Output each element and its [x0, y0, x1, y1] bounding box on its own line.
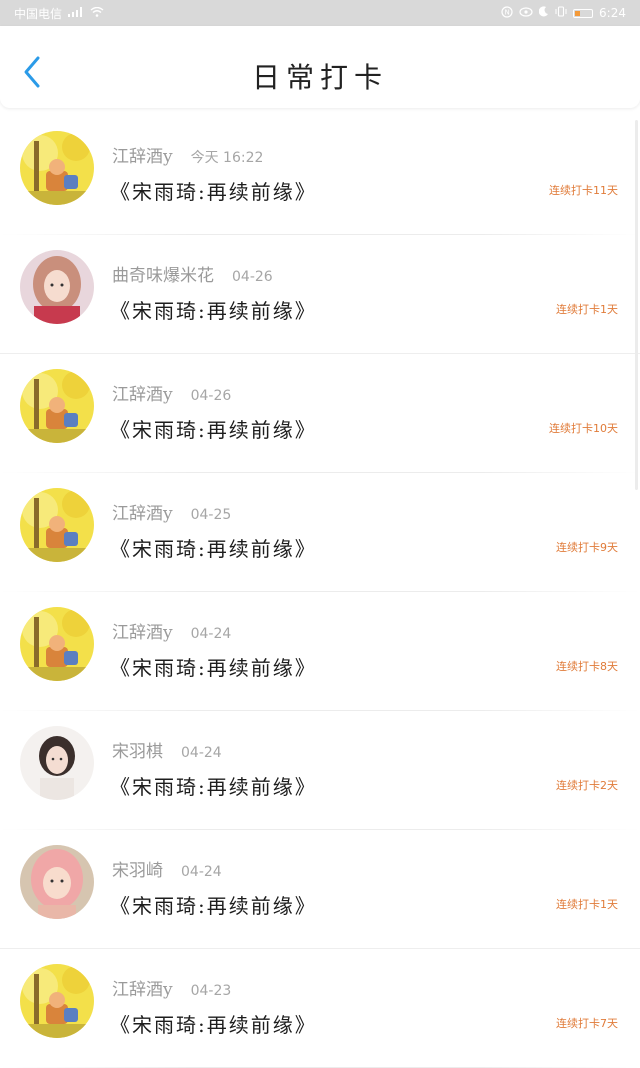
- avatar[interactable]: [20, 726, 94, 800]
- meta-row: 曲奇味爆米花 04-26: [112, 261, 273, 286]
- meta-row: 宋羽棋 04-24: [112, 737, 222, 762]
- scrollbar[interactable]: [635, 120, 638, 490]
- streak-label: 连续打卡2天: [556, 779, 618, 792]
- avatar[interactable]: [20, 964, 94, 1038]
- nfc-icon: N: [501, 5, 513, 21]
- meta-row: 宋羽崎 04-24: [112, 856, 222, 881]
- moon-icon: [538, 6, 549, 20]
- status-right: N 6:24: [501, 5, 626, 21]
- list-item[interactable]: 宋羽崎 04-24 《宋雨琦:再续前缘》 连续打卡1天: [0, 830, 640, 949]
- wifi-icon: [90, 6, 104, 20]
- streak-label: 连续打卡1天: [556, 303, 618, 316]
- list-item[interactable]: 江辞酒y 04-26 《宋雨琦:再续前缘》 连续打卡10天: [0, 354, 640, 473]
- page-title: 日常打卡: [251, 61, 388, 94]
- post-time: 04-23: [190, 983, 232, 999]
- avatar[interactable]: [20, 607, 94, 681]
- avatar[interactable]: [20, 845, 94, 919]
- post-time: 04-26: [190, 388, 232, 404]
- list-item[interactable]: 江辞酒y 04-25 《宋雨琦:再续前缘》 连续打卡9天: [0, 473, 640, 592]
- user-name[interactable]: 江辞酒y: [112, 618, 173, 643]
- book-title[interactable]: 《宋雨琦:再续前缘》: [110, 652, 317, 681]
- book-title[interactable]: 《宋雨琦:再续前缘》: [110, 176, 317, 205]
- carrier-label: 中国电信: [14, 6, 63, 21]
- status-bar: 中国电信 N 6:24: [0, 0, 640, 26]
- battery-icon: [573, 8, 594, 18]
- user-name[interactable]: 曲奇味爆米花: [112, 261, 214, 286]
- user-name[interactable]: 江辞酒y: [112, 975, 173, 1000]
- avatar[interactable]: [20, 369, 94, 443]
- post-time: 04-24: [190, 626, 232, 642]
- book-title[interactable]: 《宋雨琦:再续前缘》: [110, 533, 317, 562]
- book-title[interactable]: 《宋雨琦:再续前缘》: [110, 890, 317, 919]
- post-time: 04-25: [190, 507, 232, 523]
- avatar[interactable]: [20, 131, 94, 205]
- user-name[interactable]: 江辞酒y: [112, 499, 173, 524]
- book-title[interactable]: 《宋雨琦:再续前缘》: [110, 295, 317, 324]
- user-name[interactable]: 江辞酒y: [112, 142, 173, 167]
- status-left: 中国电信: [14, 5, 104, 22]
- meta-row: 江辞酒y 04-23: [112, 975, 231, 1000]
- streak-label: 连续打卡9天: [556, 541, 618, 554]
- post-time: 04-24: [181, 864, 222, 880]
- streak-label: 连续打卡11天: [549, 184, 618, 197]
- streak-label: 连续打卡1天: [556, 898, 618, 911]
- user-name[interactable]: 宋羽棋: [112, 737, 163, 762]
- svg-text:N: N: [505, 8, 510, 16]
- meta-row: 江辞酒y 04-26: [112, 380, 231, 405]
- checkin-list: 江辞酒y 今天 16:22 《宋雨琦:再续前缘》 连续打卡11天 曲奇味爆米花 …: [0, 116, 640, 1068]
- signal-icon: [68, 6, 84, 20]
- book-title[interactable]: 《宋雨琦:再续前缘》: [110, 414, 317, 443]
- meta-row: 江辞酒y 今天 16:22: [112, 142, 263, 167]
- vibrate-icon: [555, 6, 567, 20]
- list-item[interactable]: 宋羽棋 04-24 《宋雨琦:再续前缘》 连续打卡2天: [0, 711, 640, 830]
- meta-row: 江辞酒y 04-24: [112, 618, 231, 643]
- book-title[interactable]: 《宋雨琦:再续前缘》: [110, 1009, 317, 1038]
- eye-icon: [519, 6, 533, 20]
- book-title[interactable]: 《宋雨琦:再续前缘》: [110, 771, 317, 800]
- clock-time: 6:24: [599, 6, 626, 20]
- streak-label: 连续打卡10天: [549, 422, 618, 435]
- post-time: 今天 16:22: [190, 150, 264, 166]
- streak-label: 连续打卡7天: [556, 1017, 618, 1030]
- avatar[interactable]: [20, 488, 94, 562]
- list-item[interactable]: 江辞酒y 04-24 《宋雨琦:再续前缘》 连续打卡8天: [0, 592, 640, 711]
- meta-row: 江辞酒y 04-25: [112, 499, 231, 524]
- list-item[interactable]: 曲奇味爆米花 04-26 《宋雨琦:再续前缘》 连续打卡1天: [0, 235, 640, 354]
- top-bar: 日常打卡: [0, 26, 640, 108]
- list-item[interactable]: 江辞酒y 04-23 《宋雨琦:再续前缘》 连续打卡7天: [0, 949, 640, 1068]
- avatar[interactable]: [20, 250, 94, 324]
- post-time: 04-26: [232, 269, 273, 285]
- post-time: 04-24: [181, 745, 222, 761]
- streak-label: 连续打卡8天: [556, 660, 618, 673]
- list-item[interactable]: 江辞酒y 今天 16:22 《宋雨琦:再续前缘》 连续打卡11天: [0, 116, 640, 235]
- user-name[interactable]: 江辞酒y: [112, 380, 173, 405]
- user-name[interactable]: 宋羽崎: [112, 856, 163, 881]
